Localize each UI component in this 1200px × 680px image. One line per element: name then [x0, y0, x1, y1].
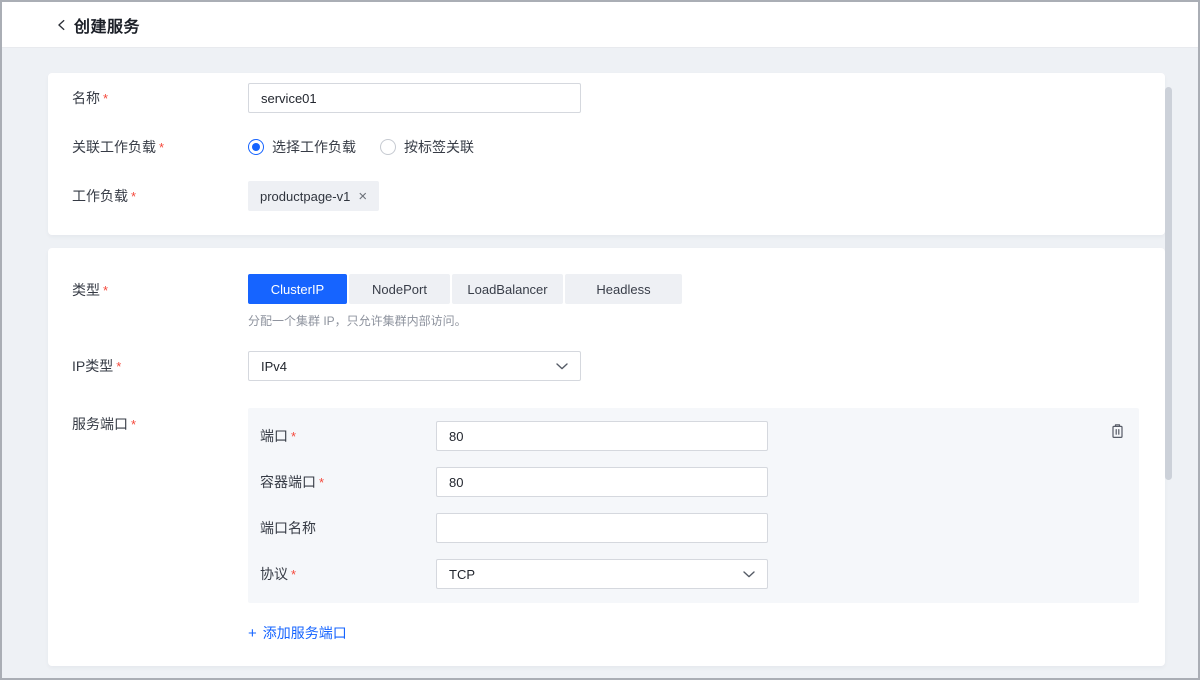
required-marker: * — [291, 567, 296, 582]
name-input[interactable] — [248, 83, 581, 113]
type-button-nodeport[interactable]: NodePort — [349, 274, 450, 304]
required-marker: * — [116, 359, 121, 374]
port-name-input[interactable] — [436, 513, 768, 543]
protocol-select[interactable]: TCP — [436, 559, 768, 589]
workload-label: 工作负载* — [72, 186, 248, 206]
port-input[interactable] — [436, 421, 768, 451]
required-marker: * — [103, 91, 108, 106]
required-marker: * — [131, 189, 136, 204]
container-port-input[interactable] — [436, 467, 768, 497]
workload-label-text: 工作负载 — [72, 188, 128, 204]
workload-association-label: 关联工作负载* — [72, 137, 248, 157]
type-button-group: ClusterIP NodePort LoadBalancer Headless — [248, 274, 684, 304]
type-button-loadbalancer[interactable]: LoadBalancer — [452, 274, 563, 304]
container-port-label-text: 容器端口 — [260, 474, 316, 490]
service-port-panel: 端口* 容器端口* 端口名称 — [248, 408, 1139, 603]
type-label: 类型* — [72, 280, 248, 300]
radio-selected-icon — [248, 139, 264, 155]
radio-unselected-icon — [380, 139, 396, 155]
panel-row-container-port: 容器端口* — [260, 467, 1139, 497]
service-ports-label-text: 服务端口 — [72, 416, 128, 432]
type-help-text: 分配一个集群 IP，只允许集群内部访问。 — [248, 312, 684, 329]
ip-type-value: IPv4 — [261, 359, 287, 374]
required-marker: * — [159, 140, 164, 155]
type-label-text: 类型 — [72, 282, 100, 298]
type-control: ClusterIP NodePort LoadBalancer Headless… — [248, 274, 684, 329]
ip-type-label: IP类型* — [72, 356, 248, 376]
port-label: 端口* — [260, 426, 436, 446]
workload-association-radio-group: 选择工作负载 按标签关联 — [248, 137, 474, 157]
form-row-type: 类型* ClusterIP NodePort LoadBalancer Head… — [72, 274, 1141, 329]
radio-select-workload-label: 选择工作负载 — [272, 137, 356, 157]
service-spec-card: 类型* ClusterIP NodePort LoadBalancer Head… — [48, 248, 1165, 666]
add-port-label: 添加服务端口 — [263, 623, 347, 643]
radio-label-association-label: 按标签关联 — [404, 137, 474, 157]
back-button[interactable] — [52, 15, 72, 35]
page-title: 创建服务 — [74, 13, 140, 37]
panel-row-port: 端口* — [260, 421, 1139, 451]
required-marker: * — [319, 475, 324, 490]
protocol-label: 协议* — [260, 564, 436, 584]
container-port-label: 容器端口* — [260, 472, 436, 492]
protocol-label-text: 协议 — [260, 566, 288, 582]
chevron-down-icon — [556, 363, 568, 370]
form-row-workload-association: 关联工作负载* 选择工作负载 按标签关联 — [72, 137, 1141, 157]
required-marker: * — [131, 417, 136, 432]
type-button-headless[interactable]: Headless — [565, 274, 682, 304]
chevron-left-icon — [55, 18, 69, 32]
panel-row-protocol: 协议* TCP — [260, 559, 1139, 589]
scrollbar-thumb[interactable] — [1165, 87, 1172, 480]
form-row-name: 名称* — [72, 83, 1141, 113]
page-header: 创建服务 — [2, 2, 1198, 48]
delete-port-button[interactable] — [1108, 422, 1126, 440]
port-label-text: 端口 — [260, 428, 288, 444]
workload-tag: productpage-v1 × — [248, 181, 379, 211]
form-row-workload: 工作负载* productpage-v1 × — [72, 181, 1141, 211]
add-port-button[interactable]: + 添加服务端口 — [248, 623, 347, 643]
ip-type-select[interactable]: IPv4 — [248, 351, 581, 381]
chevron-down-icon — [743, 571, 755, 578]
name-label: 名称* — [72, 88, 248, 108]
port-name-label-text: 端口名称 — [260, 520, 316, 536]
port-name-label: 端口名称 — [260, 518, 436, 538]
workload-association-label-text: 关联工作负载 — [72, 139, 156, 155]
type-button-clusterip[interactable]: ClusterIP — [248, 274, 347, 304]
form-row-service-ports: 服务端口* 端口* 容器端口* 端口名称 — [72, 408, 1141, 603]
basic-info-card: 名称* 关联工作负载* 选择工作负载 按标签关联 工作负载* — [48, 73, 1165, 235]
panel-row-port-name: 端口名称 — [260, 513, 1139, 543]
radio-select-workload[interactable]: 选择工作负载 — [248, 137, 356, 157]
ip-type-label-text: IP类型 — [72, 358, 113, 374]
remove-workload-icon[interactable]: × — [358, 189, 367, 204]
trash-icon — [1110, 423, 1125, 439]
plus-icon: + — [248, 626, 257, 641]
required-marker: * — [103, 283, 108, 298]
required-marker: * — [291, 429, 296, 444]
form-row-ip-type: IP类型* IPv4 — [72, 351, 1141, 381]
add-port-row: + 添加服务端口 — [72, 623, 1141, 643]
create-service-page: 创建服务 名称* 关联工作负载* 选择工作负载 按标签关联 — [0, 0, 1200, 680]
service-ports-label: 服务端口* — [72, 414, 248, 434]
workload-tag-text: productpage-v1 — [260, 189, 350, 204]
protocol-value: TCP — [449, 567, 475, 582]
add-port-spacer — [72, 623, 248, 643]
name-label-text: 名称 — [72, 90, 100, 106]
radio-label-association[interactable]: 按标签关联 — [380, 137, 474, 157]
